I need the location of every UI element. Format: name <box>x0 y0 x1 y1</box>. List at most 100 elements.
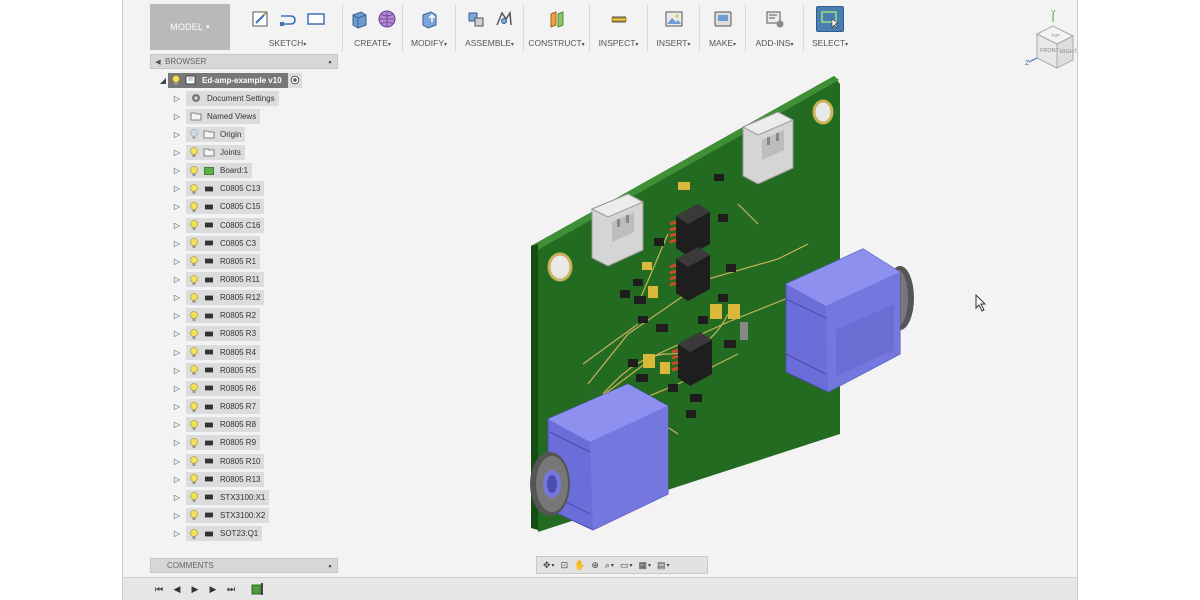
browser-item[interactable]: ▷ C0805 C15 <box>172 199 265 215</box>
visibility-bulb-icon[interactable] <box>188 328 200 340</box>
browser-item[interactable]: ▷ R0805 R3 <box>172 326 261 342</box>
scripts-icon[interactable] <box>764 8 786 30</box>
visibility-bulb-icon[interactable] <box>188 201 200 213</box>
visibility-bulb-icon[interactable] <box>188 455 200 467</box>
expand-arrow-icon[interactable]: ▷ <box>172 329 182 338</box>
visibility-bulb-icon[interactable] <box>188 346 200 358</box>
expand-arrow-icon[interactable]: ▷ <box>172 166 182 175</box>
tool-group-select[interactable]: SELECT▾ <box>804 4 856 52</box>
zoom-icon[interactable]: ⊕ <box>589 558 601 572</box>
line-tool-icon[interactable] <box>277 8 299 30</box>
browser-item[interactable]: ▷ R0805 R1 <box>172 253 261 269</box>
visibility-bulb-icon[interactable] <box>188 255 200 267</box>
browser-item[interactable]: ▷ R0805 R8 <box>172 417 261 433</box>
expand-arrow-icon[interactable]: ▷ <box>172 475 182 484</box>
browser-item[interactable]: ▷ SOT23:Q1 <box>172 526 263 542</box>
browser-item[interactable]: ▷ Document Settings <box>172 90 279 106</box>
expand-arrow-icon[interactable]: ▷ <box>172 511 182 520</box>
tool-group-add-ins[interactable]: ADD-INS▾ <box>746 4 804 52</box>
expand-arrow-icon[interactable]: ▷ <box>172 184 182 193</box>
visibility-bulb-icon[interactable] <box>188 401 200 413</box>
rectangle-tool-icon[interactable] <box>305 8 327 30</box>
expand-arrow-icon[interactable]: ▷ <box>172 148 182 157</box>
visibility-bulb-icon[interactable] <box>188 528 200 540</box>
expand-arrow-icon[interactable]: ▷ <box>172 384 182 393</box>
browser-item[interactable]: ▷ Origin <box>172 126 246 142</box>
browser-item[interactable]: ▷ R0805 R12 <box>172 290 265 306</box>
browser-item[interactable]: ▷ STX3100:X2 <box>172 507 270 523</box>
extrude-icon[interactable] <box>348 8 370 30</box>
expand-arrow-icon[interactable]: ▷ <box>172 221 182 230</box>
browser-item[interactable]: ▷ R0805 R9 <box>172 435 261 451</box>
browser-item[interactable]: ▷ C0805 C13 <box>172 181 265 197</box>
expand-arrow-icon[interactable]: ▷ <box>172 348 182 357</box>
browser-item[interactable]: ▷ R0805 R11 <box>172 272 264 288</box>
expand-arrow-icon[interactable]: ▷ <box>172 493 182 502</box>
visibility-bulb-icon[interactable] <box>188 274 200 286</box>
play-icon[interactable]: ▶ <box>189 584 201 595</box>
visibility-bulb-icon[interactable] <box>188 165 200 177</box>
expand-arrow-icon[interactable]: ▷ <box>172 420 182 429</box>
press-pull-icon[interactable] <box>418 8 440 30</box>
create-sketch-icon[interactable] <box>249 8 271 30</box>
tool-group-sketch[interactable]: SKETCH▾ <box>233 4 343 52</box>
tool-group-inspect[interactable]: INSPECT▾ <box>590 4 648 52</box>
pan-icon[interactable]: ✋ <box>572 558 587 572</box>
timeline-feature-icon[interactable] <box>251 583 263 595</box>
browser-item[interactable]: ▷ R0805 R7 <box>172 399 261 415</box>
viewports-icon[interactable]: ▤ ▾ <box>655 558 672 572</box>
form-icon[interactable] <box>376 8 398 30</box>
expand-arrow-icon[interactable]: ▷ <box>172 275 182 284</box>
offset-plane-icon[interactable] <box>546 8 568 30</box>
grid-settings-icon[interactable]: ▦ ▾ <box>636 558 653 572</box>
expand-arrow-icon[interactable]: ▷ <box>172 202 182 211</box>
browser-header[interactable]: ◀ BROWSER ▪ <box>150 54 338 69</box>
browser-item[interactable]: ▷ Joints <box>172 144 245 160</box>
visibility-bulb-icon[interactable] <box>188 437 200 449</box>
browser-item[interactable]: ▷ R0805 R5 <box>172 362 261 378</box>
3d-print-icon[interactable] <box>712 8 734 30</box>
visibility-bulb-icon[interactable] <box>188 310 200 322</box>
visibility-bulb-icon[interactable] <box>188 382 200 394</box>
step-back-icon[interactable]: ◀ <box>171 584 183 595</box>
browser-item[interactable]: ▷ R0805 R2 <box>172 308 261 324</box>
expand-arrow-icon[interactable]: ▷ <box>172 293 182 302</box>
pin-icon[interactable]: ▪ <box>323 57 337 67</box>
new-component-icon[interactable] <box>465 8 487 30</box>
insert-image-icon[interactable] <box>663 8 685 30</box>
tool-group-insert[interactable]: INSERT▾ <box>648 4 700 52</box>
select-icon[interactable] <box>816 6 844 32</box>
look-at-icon[interactable]: ⊡ <box>559 558 571 572</box>
add-comment-icon[interactable]: ▪ <box>323 561 337 571</box>
expand-arrow-icon[interactable]: ▷ <box>172 457 182 466</box>
visibility-bulb-icon[interactable] <box>188 473 200 485</box>
collapse-icon[interactable]: ◀ <box>151 58 165 66</box>
expand-arrow-icon[interactable]: ▷ <box>172 402 182 411</box>
tool-group-assemble[interactable]: ASSEMBLE▾ <box>456 4 524 52</box>
browser-item[interactable]: ▷ C0805 C3 <box>172 235 261 251</box>
workspace-switcher[interactable]: MODEL ▾ <box>150 4 230 50</box>
orbit-icon[interactable]: ✥ ▾ <box>541 558 557 572</box>
activate-radio-icon[interactable] <box>287 72 302 88</box>
expand-arrow-icon[interactable]: ▷ <box>172 94 182 103</box>
visibility-bulb-icon[interactable] <box>188 237 200 249</box>
collapse-arrow-icon[interactable]: ◢ <box>158 76 168 85</box>
root-component[interactable]: ◢ Ed-amp-example v10 <box>158 72 302 88</box>
go-to-start-icon[interactable]: ⏮ <box>153 584 165 595</box>
browser-item[interactable]: ▷ R0805 R13 <box>172 471 265 487</box>
tool-group-modify[interactable]: MODIFY▾ <box>403 4 456 52</box>
expand-arrow-icon[interactable]: ▷ <box>172 529 182 538</box>
joint-icon[interactable] <box>493 8 515 30</box>
expand-arrow-icon[interactable]: ▷ <box>172 366 182 375</box>
expand-arrow-icon[interactable]: ▷ <box>172 112 182 121</box>
expand-arrow-icon[interactable]: ▷ <box>172 311 182 320</box>
browser-item[interactable]: ▷ Board:1 <box>172 163 253 179</box>
visibility-bulb-icon[interactable] <box>170 74 182 86</box>
browser-item[interactable]: ▷ C0805 C16 <box>172 217 265 233</box>
visibility-bulb-icon[interactable] <box>188 219 200 231</box>
browser-item[interactable]: ▷ R0805 R6 <box>172 380 261 396</box>
tool-group-create[interactable]: CREATE▾ <box>343 4 403 52</box>
display-settings-icon[interactable]: ▭ ▾ <box>618 558 635 572</box>
visibility-bulb-icon[interactable] <box>188 146 200 158</box>
visibility-bulb-icon[interactable] <box>188 128 200 140</box>
